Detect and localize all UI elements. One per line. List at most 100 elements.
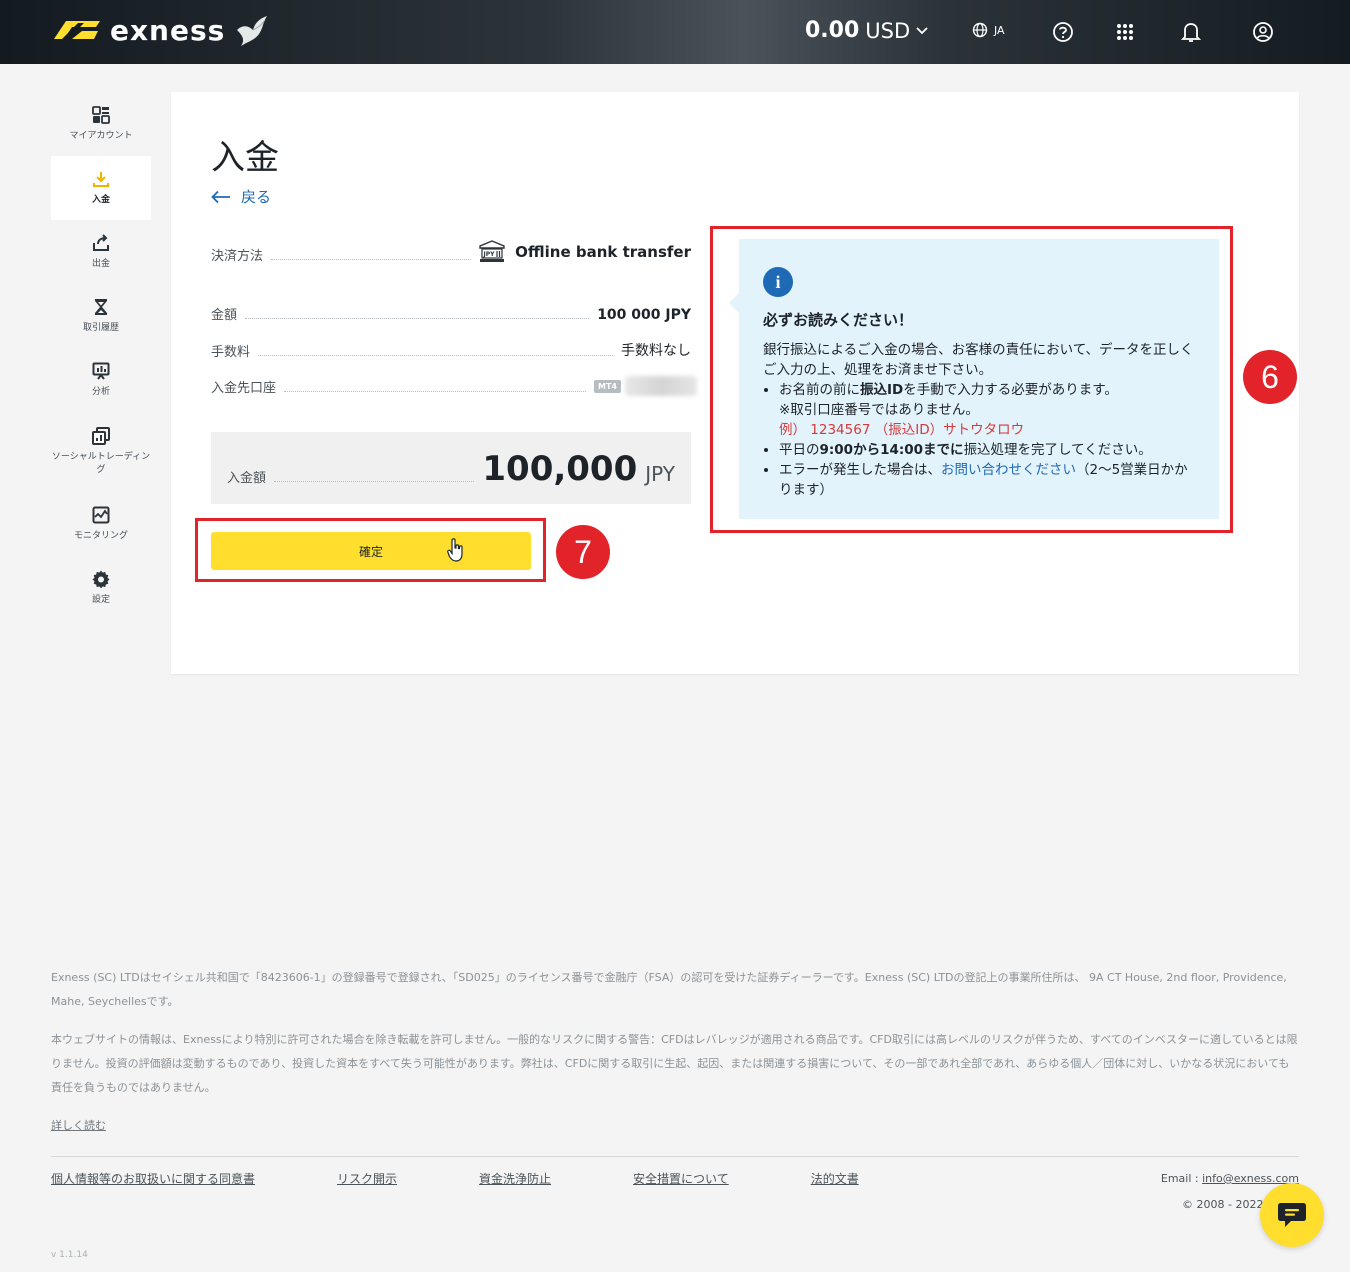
- footer-link-legal-docs[interactable]: 法的文書: [811, 1170, 859, 1187]
- notice-item: 平日の9:00から14:00までに振込処理を完了してください。: [779, 440, 1195, 460]
- sidebar-item-label: ソーシャルトレーディング: [51, 452, 151, 475]
- notice-intro: 銀行振込によるご入金の場合、お客様の責任において、データを正しくご入力の上、処理…: [763, 342, 1194, 378]
- fee-label: 手数料: [211, 345, 251, 360]
- account-row: 入金先口座 MT4: [211, 376, 697, 396]
- brand-name: exness: [110, 13, 226, 47]
- dotted-leader: [245, 318, 590, 319]
- total-value: 100,000: [482, 449, 638, 489]
- legal-text-registration: Exness (SC) LTDはセイシェル共和国で「8423606-1」の登録番…: [51, 971, 1287, 1008]
- globe-icon: [972, 22, 988, 38]
- withdraw-icon: [93, 233, 109, 251]
- footer-link-privacy[interactable]: 個人情報等のお取扱いに関する同意書: [51, 1170, 255, 1187]
- dove-icon: [237, 16, 268, 46]
- back-link[interactable]: 戻る: [211, 186, 271, 207]
- mt4-badge: MT4: [594, 379, 621, 393]
- language-selector[interactable]: JA: [972, 22, 1005, 38]
- chat-bubble-icon: [1278, 1203, 1306, 1227]
- contact-us-link[interactable]: お問い合わせください: [941, 462, 1076, 478]
- footer-divider: [51, 1156, 1299, 1157]
- fee-row: 手数料 手数料なし: [211, 340, 691, 360]
- notice-text: お名前の前に: [779, 382, 860, 398]
- hand-cursor-icon: [447, 538, 463, 562]
- fee-value: 手数料なし: [621, 343, 691, 359]
- app-version: v 1.1.14: [51, 1250, 88, 1260]
- annotation-badge-7: 7: [556, 525, 610, 579]
- annotation-badge-6: 6: [1243, 350, 1297, 404]
- dashboard-icon: [92, 105, 110, 124]
- language-code: JA: [994, 23, 1005, 37]
- dotted-leader: [284, 391, 587, 392]
- sidebar-nav: マイアカウント 入金 出金 取引履歴 分析 ソーシャルトレーディング モニタリン…: [51, 92, 151, 620]
- svg-text:JPY: JPY: [483, 251, 496, 258]
- monitoring-icon: [92, 506, 110, 523]
- notice-note: ※取引口座番号ではありません。: [779, 402, 979, 418]
- confirm-button[interactable]: 確定: [211, 532, 531, 570]
- sidebar-item-monitoring[interactable]: モニタリング: [51, 492, 151, 556]
- sidebar-item-withdraw[interactable]: 出金: [51, 220, 151, 284]
- payment-method-value: JPY Offline bank transfer: [479, 240, 691, 264]
- bell-icon[interactable]: [1179, 20, 1203, 44]
- exness-logo-mark-icon: [54, 21, 100, 39]
- sidebar-item-label: 入金: [91, 194, 110, 205]
- account-value: MT4: [594, 376, 697, 396]
- sidebar-item-my-account[interactable]: マイアカウント: [51, 92, 151, 156]
- footer: Exness (SC) LTDはセイシェル共和国で「8423606-1」の登録番…: [51, 966, 1300, 1138]
- notice-example: 例） 1234567 （振込ID）サトウタロウ: [779, 422, 1025, 438]
- dotted-leader: [274, 481, 475, 482]
- sidebar-item-label: 出金: [91, 258, 110, 269]
- bank-jpy-icon: JPY: [479, 240, 505, 262]
- sidebar-item-label: 設定: [91, 594, 110, 605]
- notice-list: お名前の前に振込IDを手動で入力する必要があります。 ※取引口座番号ではありませ…: [763, 380, 1195, 500]
- chevron-down-icon: [916, 26, 928, 34]
- notice-text: 平日の: [779, 442, 820, 458]
- balance-selector[interactable]: 0.00 USD: [805, 18, 928, 43]
- notice-item: お名前の前に振込IDを手動で入力する必要があります。 ※取引口座番号ではありませ…: [779, 380, 1195, 440]
- apps-grid-icon[interactable]: [1113, 20, 1137, 44]
- footer-email: Email : info@exness.com: [1161, 1172, 1299, 1185]
- sidebar-item-settings[interactable]: 設定: [51, 556, 151, 620]
- sidebar-item-deposit[interactable]: 入金: [51, 156, 151, 220]
- notice-text: 振込処理を完了してください。: [963, 442, 1152, 458]
- social-trading-icon: [92, 427, 110, 445]
- user-profile-icon[interactable]: [1251, 20, 1275, 44]
- footer-links: 個人情報等のお取扱いに関する同意書 リスク開示 資金洗浄防止 安全措置について …: [51, 1170, 859, 1187]
- account-number-blurred: [625, 376, 697, 396]
- help-icon[interactable]: [1051, 20, 1075, 44]
- amount-row: 金額 100 000 JPY: [211, 304, 691, 323]
- dotted-leader: [271, 259, 472, 260]
- amount-value: 100 000 JPY: [597, 307, 691, 323]
- copyright: © 2008 - 2022.: [1182, 1198, 1267, 1211]
- gear-icon: [92, 570, 110, 588]
- sidebar-item-label: モニタリング: [73, 530, 128, 541]
- notice-bold-text: 9:00から14:00までに: [819, 442, 964, 458]
- sidebar-item-label: 分析: [91, 386, 110, 397]
- total-label: 入金額: [227, 471, 267, 486]
- top-header: exness 0.00 USD JA: [0, 0, 1350, 64]
- arrow-left-icon: [211, 190, 230, 203]
- exness-logo[interactable]: exness: [52, 12, 269, 48]
- sidebar-item-label: マイアカウント: [69, 130, 133, 141]
- notice-bold-text: 振込ID: [860, 382, 904, 398]
- footer-link-aml[interactable]: 資金洗浄防止: [479, 1170, 551, 1187]
- notice-item: エラーが発生した場合は、お問い合わせください（2〜5営業日かかります）: [779, 460, 1195, 500]
- payment-method-row: 決済方法 JPY Offline bank transfer: [211, 240, 691, 264]
- sidebar-item-analytics[interactable]: 分析: [51, 348, 151, 412]
- footer-link-risk-disclosure[interactable]: リスク開示: [337, 1170, 397, 1187]
- sidebar-item-history[interactable]: 取引履歴: [51, 284, 151, 348]
- sidebar-item-social-trading[interactable]: ソーシャルトレーディング: [51, 412, 151, 492]
- amount-label: 金額: [211, 308, 238, 323]
- important-notice-box: i 必ずお読みください！ 銀行振込によるご入金の場合、お客様の責任において、デー…: [729, 239, 1219, 519]
- read-more-link[interactable]: 詳しく読む: [51, 1119, 106, 1132]
- notice-heading: 必ずお読みください！: [763, 311, 914, 329]
- balance-currency: USD: [865, 18, 911, 43]
- deposit-card: 入金 戻る 決済方法 JPY Offline bank transfer 金額 …: [171, 92, 1299, 674]
- notice-text: エラーが発生した場合は、: [779, 462, 941, 478]
- hourglass-icon: [95, 298, 107, 315]
- footer-link-safety[interactable]: 安全措置について: [633, 1170, 729, 1187]
- total-amount-box: 入金額 100,000 JPY: [211, 432, 691, 504]
- live-chat-button[interactable]: [1260, 1183, 1324, 1247]
- info-icon: i: [763, 267, 793, 297]
- dotted-leader: [258, 355, 613, 356]
- sidebar-item-label: 取引履歴: [82, 322, 119, 333]
- notice-text: を手動で入力する必要があります。: [903, 382, 1118, 398]
